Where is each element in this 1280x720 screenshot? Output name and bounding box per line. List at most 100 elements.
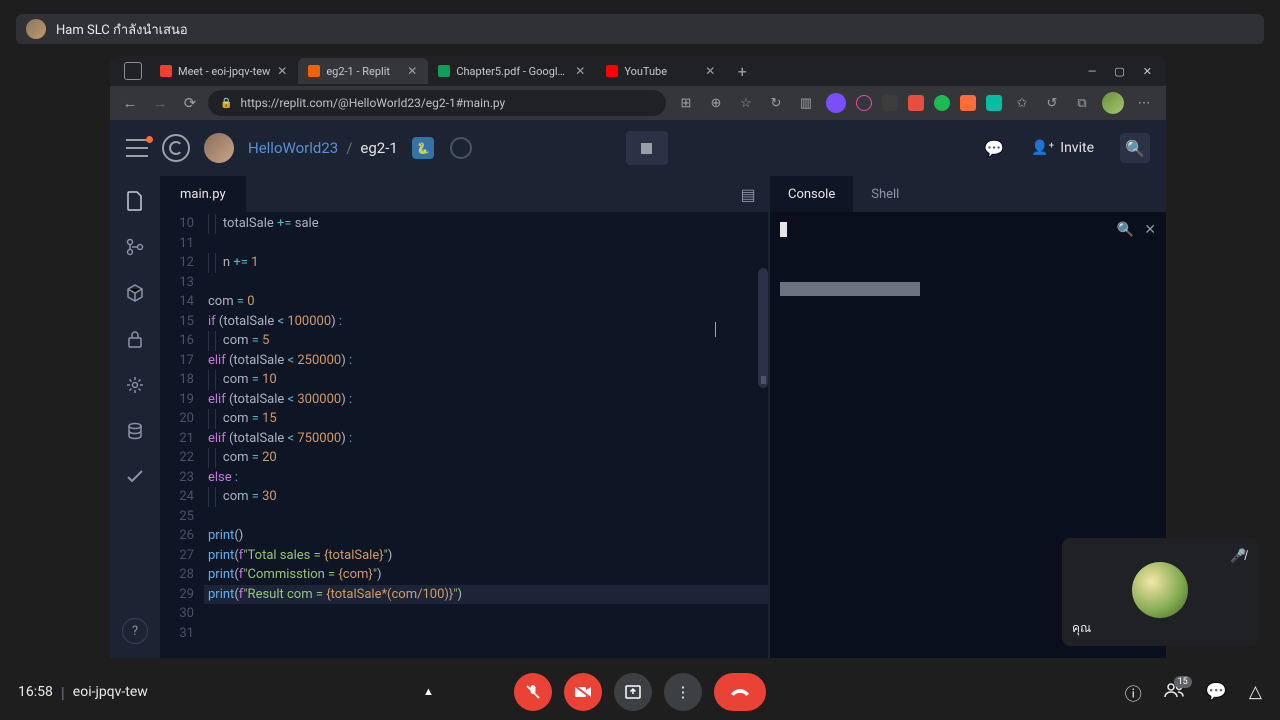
code-line[interactable]: print() — [204, 526, 768, 546]
packages-icon[interactable] — [124, 282, 146, 304]
code-line[interactable]: print(f"Commisstion = {com}") — [204, 565, 768, 585]
code-line[interactable]: n += 1 — [204, 253, 768, 273]
files-icon[interactable] — [124, 190, 146, 212]
zoom-icon[interactable]: ⊕ — [706, 93, 726, 113]
code-line[interactable]: com = 30 — [204, 487, 768, 507]
code-line[interactable]: totalSale += sale — [204, 214, 768, 234]
tab-close-icon[interactable]: ✕ — [276, 65, 288, 77]
code-content[interactable]: totalSale += sale n += 1 com = 0if (total… — [204, 212, 768, 658]
file-tab-bar: main.py ▤ — [160, 176, 768, 212]
forward-button[interactable]: → — [148, 91, 172, 115]
people-count-badge: 15 — [1174, 676, 1192, 688]
back-button[interactable]: ← — [118, 91, 142, 115]
browser-menu-icon[interactable]: ⋯ — [1134, 93, 1154, 113]
code-line[interactable]: com = 20 — [204, 448, 768, 468]
collections-ext-icon[interactable]: ⧉ — [1072, 93, 1092, 113]
secrets-icon[interactable] — [124, 328, 146, 350]
code-line[interactable]: com = 15 — [204, 409, 768, 429]
reload-button[interactable]: ⟳ — [178, 91, 202, 115]
extension-teal-icon[interactable] — [986, 95, 1002, 111]
tab-console[interactable]: Console — [770, 176, 853, 212]
extension-red-icon[interactable] — [908, 95, 924, 111]
breadcrumb-project[interactable]: eg2-1 — [360, 139, 397, 157]
search-button[interactable]: 🔍 — [1120, 133, 1150, 163]
favorites-star-icon[interactable]: ✩ — [1012, 93, 1032, 113]
code-line[interactable]: elif (totalSale < 300000) : — [204, 390, 768, 410]
code-line[interactable]: com = 0 — [204, 292, 768, 312]
tab-favicon-icon — [160, 65, 172, 77]
user-avatar[interactable] — [204, 133, 234, 163]
history-icon[interactable] — [450, 137, 472, 159]
meet-code: eoi-jpqv-tew — [73, 684, 148, 700]
tab-close-icon[interactable]: ✕ — [406, 65, 418, 77]
code-line[interactable] — [204, 507, 768, 527]
browser-tab[interactable]: YouTube✕ — [596, 58, 726, 84]
browser-tab[interactable]: eg2-1 - Replit✕ — [298, 58, 428, 84]
meet-controls: ⋮ — [514, 673, 766, 711]
tab-shell[interactable]: Shell — [853, 176, 917, 212]
collections-icon[interactable]: ▥ — [796, 93, 816, 113]
extension-orange-icon[interactable] — [960, 95, 976, 111]
tab-close-icon[interactable]: ✕ — [704, 65, 716, 77]
code-line[interactable] — [204, 604, 768, 624]
tab-search-icon[interactable] — [124, 62, 142, 80]
present-button[interactable] — [614, 673, 652, 711]
extension-purple-icon[interactable] — [826, 93, 846, 113]
refresh-ext-icon[interactable]: ↻ — [766, 93, 786, 113]
code-line[interactable]: elif (totalSale < 250000) : — [204, 351, 768, 371]
code-line[interactable] — [204, 273, 768, 293]
more-options-button[interactable]: ⋮ — [664, 673, 702, 711]
settings-icon[interactable] — [124, 374, 146, 396]
browser-tab[interactable]: Meet - eoi-jpqv-tew✕ — [150, 58, 298, 84]
profile-avatar-icon[interactable] — [1102, 92, 1124, 114]
hamburger-menu[interactable] — [126, 139, 148, 157]
code-line[interactable]: com = 5 — [204, 331, 768, 351]
meeting-info-button[interactable]: ⓘ — [1125, 680, 1142, 705]
url-input[interactable]: 🔒 https://replit.com/@HelloWorld23/eg2-1… — [208, 90, 666, 116]
code-line[interactable] — [204, 234, 768, 254]
hangup-button[interactable] — [714, 673, 766, 711]
browser-tab[interactable]: Chapter5.pdf - Google ไดรฟ์✕ — [428, 58, 596, 84]
favorite-icon[interactable]: ☆ — [736, 93, 756, 113]
chat-icon[interactable]: 💬 — [983, 137, 1005, 159]
database-icon[interactable] — [124, 420, 146, 442]
history-ext-icon[interactable]: ↺ — [1042, 93, 1062, 113]
code-line[interactable]: if (totalSale < 100000) : — [204, 312, 768, 332]
self-video-pip[interactable]: 🎤̸ คุณ — [1062, 538, 1258, 646]
code-line[interactable]: print(f"Total sales = {totalSale}") — [204, 546, 768, 566]
code-line[interactable]: com = 10 — [204, 370, 768, 390]
close-window-button[interactable]: ✕ — [1143, 65, 1152, 78]
extension-circle-icon[interactable] — [856, 95, 872, 111]
editor-minimap-thumb[interactable] — [761, 376, 766, 384]
code-line[interactable]: print(f"Result com = {totalSale*(com/100… — [204, 585, 768, 605]
console-close-icon[interactable]: ✕ — [1144, 222, 1156, 238]
version-control-icon[interactable] — [124, 236, 146, 258]
help-icon[interactable]: ? — [122, 618, 148, 644]
tab-close-icon[interactable]: ✕ — [574, 65, 586, 77]
people-button[interactable]: 15 — [1164, 682, 1184, 703]
code-line[interactable]: elif (totalSale < 750000) : — [204, 429, 768, 449]
editor-scrollbar[interactable] — [758, 268, 768, 388]
minimize-button[interactable]: — — [1088, 65, 1097, 78]
code-editor[interactable]: 1011121314151617181920212223242526272829… — [160, 212, 768, 658]
new-tab-button[interactable]: + — [732, 61, 752, 81]
extension-green-icon[interactable] — [934, 95, 950, 111]
stop-button[interactable] — [626, 131, 668, 165]
file-tab-main[interactable]: main.py — [160, 176, 246, 212]
layout-icon[interactable]: ▤ — [738, 184, 758, 204]
reader-icon[interactable]: ⊞ — [676, 93, 696, 113]
line-gutter: 1011121314151617181920212223242526272829… — [160, 212, 204, 658]
replit-logo-icon[interactable] — [162, 134, 190, 162]
camera-toggle-button[interactable] — [564, 673, 602, 711]
chat-button[interactable]: 💬 — [1206, 682, 1227, 702]
maximize-button[interactable]: ▢ — [1114, 65, 1124, 78]
console-search-icon[interactable]: 🔍 — [1117, 222, 1134, 238]
code-line[interactable]: else : — [204, 468, 768, 488]
code-line[interactable] — [204, 624, 768, 644]
activities-button[interactable]: △ — [1249, 682, 1262, 702]
checkmark-icon[interactable] — [124, 466, 146, 488]
invite-button[interactable]: 👤⁺ Invite — [1021, 134, 1104, 162]
mic-toggle-button[interactable] — [514, 673, 552, 711]
breadcrumb-user[interactable]: HelloWorld23 — [248, 139, 338, 157]
extension-dark-icon[interactable] — [882, 95, 898, 111]
